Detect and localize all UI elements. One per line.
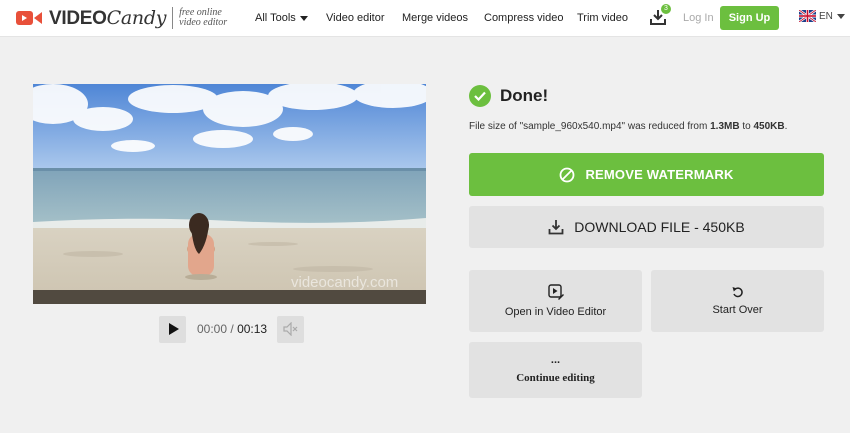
remove-watermark-label: REMOVE WATERMARK — [585, 167, 734, 182]
continue-editing-button[interactable]: ... Continue editing — [469, 342, 642, 398]
video-edit-icon — [547, 284, 564, 300]
caret-down-icon — [836, 13, 845, 19]
site-logo[interactable]: VIDEOCandy free online video editor — [15, 6, 227, 30]
uk-flag-icon — [799, 10, 816, 22]
start-over-label: Start Over — [712, 304, 763, 316]
mute-button[interactable] — [277, 315, 305, 343]
check-circle-icon — [469, 85, 491, 107]
video-preview[interactable]: videocandy.com — [33, 84, 426, 304]
nav-all-tools[interactable]: All Tools — [255, 12, 308, 24]
download-file-button[interactable]: DOWNLOAD FILE - 450KB — [469, 206, 824, 248]
logo-divider — [172, 7, 174, 29]
time-display: 00:00 / 00:13 — [197, 322, 268, 336]
volume-icon — [282, 322, 298, 336]
forbidden-icon — [559, 167, 575, 183]
more-dots-icon: ... — [550, 354, 561, 366]
download-count-badge: 3 — [661, 4, 671, 14]
caret-down-icon — [299, 15, 308, 21]
logo-tagline: free online video editor — [179, 7, 228, 28]
remove-watermark-button[interactable]: REMOVE WATERMARK — [469, 153, 824, 196]
logo-wordmark: VIDEOCandy — [49, 6, 167, 29]
player-controls: 00:00 / 00:13 — [159, 315, 305, 343]
video-watermark: videocandy.com — [291, 274, 398, 291]
nav-trim-video[interactable]: Trim video — [577, 12, 628, 24]
nav-video-editor[interactable]: Video editor — [326, 12, 385, 24]
open-video-editor-label: Open in Video Editor — [504, 306, 607, 318]
play-icon — [168, 323, 179, 335]
top-header: VIDEOCandy free online video editor All T… — [0, 0, 850, 37]
camera-logo-icon — [16, 11, 42, 25]
login-link[interactable]: Log In — [683, 12, 714, 24]
done-header: Done! — [469, 85, 548, 107]
language-label: EN — [819, 10, 833, 22]
result-info: File size of "sample_960x540.mp4" was re… — [469, 121, 788, 132]
start-over-button[interactable]: Start Over — [651, 270, 824, 332]
language-selector[interactable]: EN — [799, 10, 845, 22]
nav-merge-videos[interactable]: Merge videos — [402, 12, 468, 24]
done-title: Done! — [500, 86, 549, 105]
open-video-editor-button[interactable]: Open in Video Editor — [469, 270, 642, 332]
video-frame: videocandy.com — [33, 84, 426, 304]
nav-compress-video[interactable]: Compress video — [484, 12, 563, 24]
download-file-label: DOWNLOAD FILE - 450KB — [574, 219, 745, 235]
play-button[interactable] — [159, 315, 186, 343]
undo-icon — [732, 287, 743, 298]
download-icon — [548, 219, 564, 235]
continue-editing-label: Continue editing — [516, 372, 595, 384]
signup-button[interactable]: Sign Up — [720, 6, 779, 30]
